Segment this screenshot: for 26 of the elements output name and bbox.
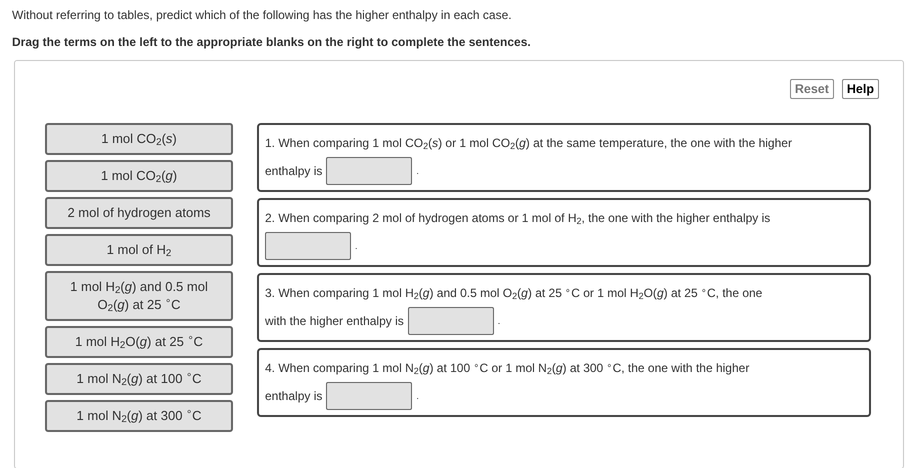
drop-blank[interactable]	[265, 232, 351, 260]
draggable-term[interactable]: 1 mol CO$_{2}$(s)	[45, 123, 233, 155]
drop-blank[interactable]	[408, 307, 494, 335]
drop-blank[interactable]	[326, 382, 412, 410]
sentence-text: 1. When comparing 1 mol CO$_{2}$(s) or 1 mol CO$_{2}$(g) at the same temperature, the one with the higher	[265, 136, 792, 150]
draggable-term[interactable]: 2 mol of hydrogen atoms	[45, 197, 233, 229]
sentence-period: .	[416, 390, 419, 403]
draggable-term[interactable]: 1 mol of H$_{2}$	[45, 234, 233, 266]
draggable-term[interactable]: 1 mol CO$_{2}$(g)	[45, 160, 233, 192]
drop-blank[interactable]	[326, 157, 412, 185]
sentence-text: 4. When comparing 1 mol N$_{2}$(g) at 100 $^{∘}$C or 1 mol N$_{2}$(g) at 300 $^{∘}$C, the one with the higher	[265, 361, 750, 375]
instruction-text: Drag the terms on the left to the appropriate blanks on the right to complete the sentences.	[12, 34, 532, 51]
sentence-text: enthalpy is	[265, 388, 322, 405]
sentence-period: .	[355, 240, 358, 253]
sentence-text: 2. When comparing 2 mol of hydrogen atoms or 1 mol of H$_{2}$, the one with the higher enthalpy is	[265, 211, 770, 225]
draggable-term[interactable]: 1 mol H$_{2}$(g) and 0.5 mol O$_{2}$(g) at 25 $^{∘}$C	[45, 271, 233, 321]
draggable-term[interactable]: 1 mol H$_{2}$O(g) at 25 $^{∘}$C	[45, 326, 233, 358]
instruction-text: Without referring to tables, predict which of the following has the higher enthalpy in each case.	[12, 7, 513, 24]
sentence-text: with the higher enthalpy is	[265, 313, 404, 330]
sentence-text: enthalpy is	[265, 163, 322, 180]
sentence-period: .	[498, 315, 500, 328]
help-button[interactable]: Help	[842, 79, 879, 99]
draggable-term[interactable]: 1 mol N$_{2}$(g) at 100 $^{∘}$C	[45, 363, 233, 395]
sentence-period: .	[416, 165, 419, 178]
draggable-term[interactable]: 1 mol N$_{2}$(g) at 300 $^{∘}$C	[45, 400, 233, 432]
sentence-text: 3. When comparing 1 mol H$_{2}$(g) and 0.5 mol O$_{2}$(g) at 25 $^{∘}$C or 1 mol H$_{2}$O(g) at 25 $^{∘}$C, the one	[265, 286, 762, 300]
